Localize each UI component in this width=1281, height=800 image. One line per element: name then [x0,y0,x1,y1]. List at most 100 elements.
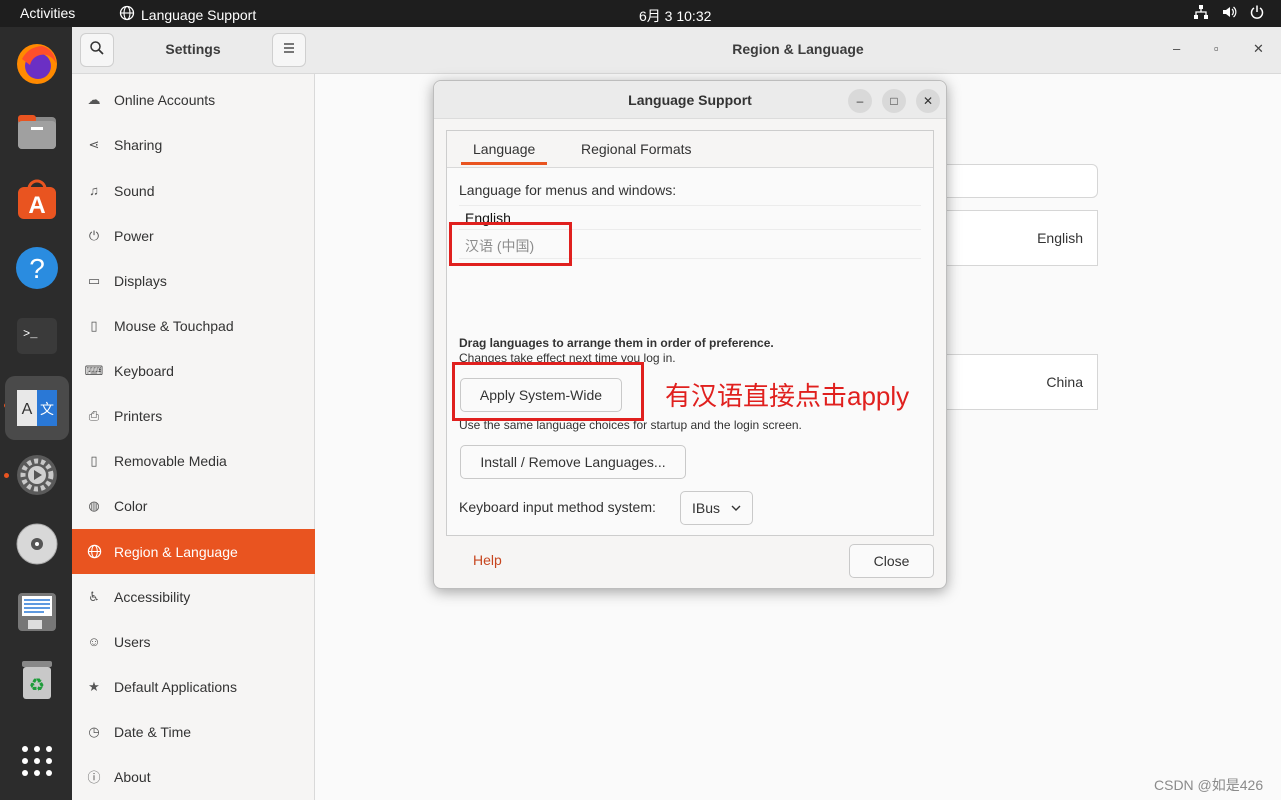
main-header: Region & Language – ▫ ✕ [315,27,1281,74]
sidebar-item-printers[interactable]: ⎙ Printers [72,393,315,438]
page-title: Region & Language [732,41,864,57]
sidebar-item-date-time[interactable]: ◷ Date & Time [72,709,315,754]
language-value: English [1037,230,1083,246]
text-editor-icon[interactable] [8,583,66,641]
globe-icon [119,5,135,24]
highlight-box-apply [452,362,644,421]
power-icon: ⏻ [88,227,100,243]
language-support-icon[interactable]: A文 [5,376,69,440]
chevron-down-icon [730,501,742,517]
users-icon: ☺ [87,634,101,649]
top-bar: Activities Language Support 6月 3 10:32 [0,0,1281,27]
sidebar-item-online-accounts[interactable]: ☁ Online Accounts [72,77,315,122]
drag-hint: Drag languages to arrange them in order … [459,336,774,350]
close-window-button[interactable]: ✕ [1253,41,1264,57]
sidebar-item-color[interactable]: ◍ Color [72,483,315,528]
language-support-dialog: Language Support – □ ✕ Language Regional… [433,80,947,589]
settings-icon[interactable] [8,446,66,504]
files-icon[interactable] [8,103,66,161]
search-icon [89,40,105,61]
network-icon [1193,4,1209,20]
close-button[interactable]: Close [849,544,934,578]
firefox-icon[interactable] [8,35,66,93]
volume-icon [1221,4,1237,20]
close-icon: ✕ [922,94,934,108]
svg-text:?: ? [29,253,45,284]
power-menu-icon [1249,4,1265,20]
dialog-close-button[interactable]: ✕ [916,89,940,113]
minimize-icon: – [856,94,864,108]
svg-text:♻: ♻ [29,675,45,696]
sidebar-item-users[interactable]: ☺ Users [72,619,315,664]
accessibility-icon: ♿ [88,588,100,604]
help-icon[interactable]: ? [8,239,66,297]
cd-drive-icon[interactable] [8,515,66,573]
input-method-select[interactable]: IBus [680,491,753,525]
music-icon: ♫ [89,183,99,198]
usb-icon: ▯ [90,452,98,468]
trash-icon[interactable]: ♻ [8,651,66,709]
sidebar: Settings ☁ Online Accounts ⋖ Sharing ♫ Soun… [72,27,315,800]
dialog-minimize-button[interactable]: – [848,89,872,113]
hamburger-icon [282,41,296,59]
share-icon: ⋖ [88,136,100,152]
app-grid-icon[interactable] [8,732,66,790]
tab-bar: Language Regional Formats [447,131,933,168]
star-icon: ★ [88,678,100,694]
sidebar-item-keyboard[interactable]: ⌨ Keyboard [72,348,315,393]
keyboard-icon: ⌨ [84,362,104,378]
dock: A ? >_ A文 ♻ [0,27,72,800]
input-method-label: Keyboard input method system: [459,499,656,515]
cloud-icon: ☁ [87,91,101,107]
sidebar-item-sharing[interactable]: ⋖ Sharing [72,122,315,167]
search-button[interactable] [80,33,114,67]
maximize-icon: ▫ [1214,41,1219,56]
minimize-icon: – [1173,41,1181,56]
sidebar-title: Settings [165,41,221,57]
sidebar-item-power[interactable]: ⏻ Power [72,213,315,258]
clock-icon: ◷ [88,723,100,739]
mouse-icon: ▯ [90,317,98,333]
highlight-box-chinese [449,222,572,266]
watermark: CSDN @如是426 [1154,777,1264,793]
tab-language[interactable]: Language [461,141,548,165]
color-icon: ◍ [88,497,100,513]
svg-text:A: A [28,192,45,219]
software-center-icon[interactable]: A [8,171,66,229]
app-menu[interactable]: Language Support [119,5,256,24]
svg-text:文: 文 [40,402,54,418]
dialog-maximize-button[interactable]: □ [882,89,906,113]
svg-text:A: A [22,401,33,418]
svg-text:>_: >_ [23,327,38,341]
activities-button[interactable]: Activities [20,5,75,21]
terminal-icon[interactable]: >_ [8,307,66,365]
hamburger-menu-button[interactable] [272,33,306,67]
display-icon: ▭ [87,272,101,288]
annotation-text: 有汉语直接点击apply [665,381,910,411]
sidebar-item-region-language[interactable]: Region & Language [72,529,315,574]
sidebar-item-removable-media[interactable]: ▯ Removable Media [72,438,315,483]
sidebar-header: Settings [72,27,315,74]
help-button[interactable]: Help [473,552,502,568]
clock[interactable]: 6月 3 10:32 [639,6,711,26]
sidebar-item-about[interactable]: ⓘ About [72,754,315,799]
maximize-button[interactable]: ▫ [1214,41,1219,56]
globe-icon [86,544,102,560]
sidebar-item-default-applications[interactable]: ★ Default Applications [72,664,315,709]
system-tray[interactable] [1193,4,1265,20]
printer-icon: ⎙ [88,407,100,423]
formats-value: China [1046,374,1083,390]
app-menu-label: Language Support [141,6,257,23]
tab-panel: Language Regional Formats Language for m… [446,130,934,536]
sidebar-item-accessibility[interactable]: ♿ Accessibility [72,574,315,619]
minimize-button[interactable]: – [1173,41,1180,56]
maximize-icon: □ [890,94,898,108]
sidebar-item-sound[interactable]: ♫ Sound [72,168,315,213]
menus-label: Language for menus and windows: [459,182,677,198]
install-remove-languages-button[interactable]: Install / Remove Languages... [460,445,686,479]
sidebar-item-displays[interactable]: ▭ Displays [72,258,315,303]
tab-regional-formats[interactable]: Regional Formats [581,141,692,157]
dialog-titlebar: Language Support – □ ✕ [434,81,946,119]
sidebar-item-mouse-touchpad[interactable]: ▯ Mouse & Touchpad [72,303,315,348]
info-icon: ⓘ [87,770,101,785]
